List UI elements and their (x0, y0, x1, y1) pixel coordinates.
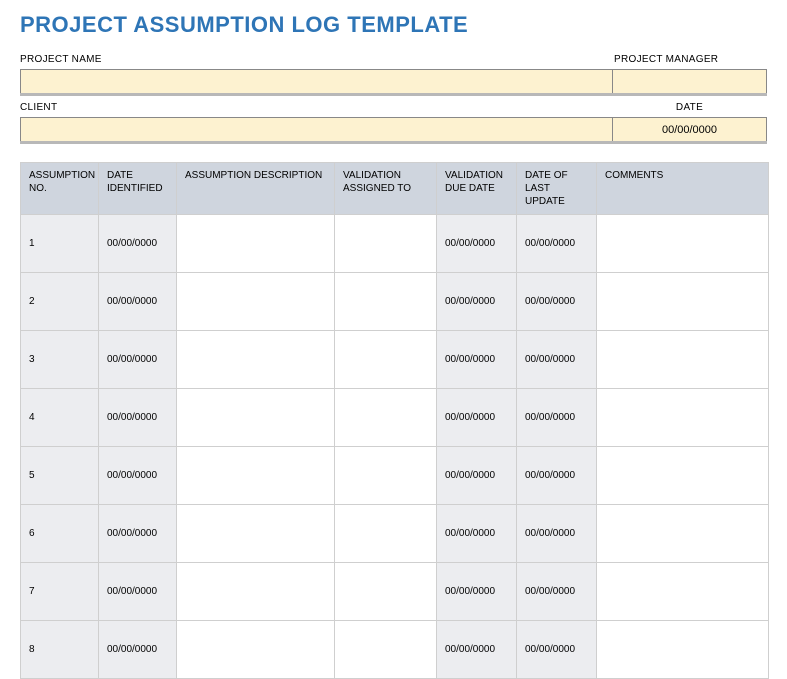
th-validation-due: VALIDATION DUE DATE (437, 163, 517, 215)
cell-date-identified[interactable]: 00/00/0000 (99, 215, 177, 273)
cell-due[interactable]: 00/00/0000 (437, 331, 517, 389)
cell-date-identified[interactable]: 00/00/0000 (99, 273, 177, 331)
cell-date-identified[interactable]: 00/00/0000 (99, 331, 177, 389)
project-name-label: PROJECT NAME (20, 52, 612, 69)
cell-date-identified[interactable]: 00/00/0000 (99, 447, 177, 505)
cell-assigned[interactable] (335, 389, 437, 447)
cell-no[interactable]: 4 (21, 389, 99, 447)
cell-comments[interactable] (597, 331, 769, 389)
cell-assigned[interactable] (335, 505, 437, 563)
project-name-field[interactable] (20, 69, 612, 93)
cell-assigned[interactable] (335, 273, 437, 331)
cell-description[interactable] (177, 621, 335, 679)
cell-last-update[interactable]: 00/00/0000 (517, 563, 597, 621)
cell-date-identified[interactable]: 00/00/0000 (99, 563, 177, 621)
th-last-update: DATE OF LAST UPDATE (517, 163, 597, 215)
cell-description[interactable] (177, 563, 335, 621)
cell-no[interactable]: 8 (21, 621, 99, 679)
cell-description[interactable] (177, 273, 335, 331)
cell-due[interactable]: 00/00/0000 (437, 273, 517, 331)
cell-description[interactable] (177, 447, 335, 505)
date-field[interactable]: 00/00/0000 (612, 117, 767, 141)
cell-date-identified[interactable]: 00/00/0000 (99, 389, 177, 447)
cell-comments[interactable] (597, 563, 769, 621)
cell-due[interactable]: 00/00/0000 (437, 389, 517, 447)
date-label: DATE (612, 100, 767, 117)
cell-no[interactable]: 3 (21, 331, 99, 389)
cell-no[interactable]: 5 (21, 447, 99, 505)
cell-no[interactable]: 7 (21, 563, 99, 621)
cell-comments[interactable] (597, 621, 769, 679)
cell-assigned[interactable] (335, 331, 437, 389)
cell-due[interactable]: 00/00/0000 (437, 215, 517, 273)
cell-assigned[interactable] (335, 447, 437, 505)
table-row: 100/00/000000/00/000000/00/0000 (21, 215, 769, 273)
cell-last-update[interactable]: 00/00/0000 (517, 331, 597, 389)
cell-comments[interactable] (597, 215, 769, 273)
table-row: 300/00/000000/00/000000/00/0000 (21, 331, 769, 389)
cell-description[interactable] (177, 389, 335, 447)
table-row: 200/00/000000/00/000000/00/0000 (21, 273, 769, 331)
table-row: 400/00/000000/00/000000/00/0000 (21, 389, 769, 447)
th-assumption-description: ASSUMPTION DESCRIPTION (177, 163, 335, 215)
client-field[interactable] (20, 117, 612, 141)
meta-row-2: CLIENT DATE 00/00/0000 (20, 100, 767, 144)
table-header-row: ASSUMPTION NO. DATE IDENTIFIED ASSUMPTIO… (21, 163, 769, 215)
table-row: 600/00/000000/00/000000/00/0000 (21, 505, 769, 563)
th-assumption-no: ASSUMPTION NO. (21, 163, 99, 215)
cell-last-update[interactable]: 00/00/0000 (517, 215, 597, 273)
cell-due[interactable]: 00/00/0000 (437, 563, 517, 621)
cell-assigned[interactable] (335, 563, 437, 621)
cell-comments[interactable] (597, 389, 769, 447)
table-row: 700/00/000000/00/000000/00/0000 (21, 563, 769, 621)
cell-assigned[interactable] (335, 215, 437, 273)
table-row: 500/00/000000/00/000000/00/0000 (21, 447, 769, 505)
cell-assigned[interactable] (335, 621, 437, 679)
cell-last-update[interactable]: 00/00/0000 (517, 273, 597, 331)
cell-due[interactable]: 00/00/0000 (437, 447, 517, 505)
project-manager-field[interactable] (612, 69, 767, 93)
cell-comments[interactable] (597, 447, 769, 505)
cell-due[interactable]: 00/00/0000 (437, 621, 517, 679)
cell-last-update[interactable]: 00/00/0000 (517, 447, 597, 505)
cell-last-update[interactable]: 00/00/0000 (517, 505, 597, 563)
cell-no[interactable]: 6 (21, 505, 99, 563)
cell-date-identified[interactable]: 00/00/0000 (99, 621, 177, 679)
cell-description[interactable] (177, 331, 335, 389)
table-row: 800/00/000000/00/000000/00/0000 (21, 621, 769, 679)
cell-comments[interactable] (597, 273, 769, 331)
cell-description[interactable] (177, 215, 335, 273)
client-label: CLIENT (20, 100, 612, 117)
cell-last-update[interactable]: 00/00/0000 (517, 389, 597, 447)
th-date-identified: DATE IDENTIFIED (99, 163, 177, 215)
assumption-table: ASSUMPTION NO. DATE IDENTIFIED ASSUMPTIO… (20, 162, 769, 679)
meta-row-1: PROJECT NAME PROJECT MANAGER (20, 52, 767, 96)
cell-no[interactable]: 1 (21, 215, 99, 273)
th-comments: COMMENTS (597, 163, 769, 215)
th-validation-assigned: VALIDATION ASSIGNED TO (335, 163, 437, 215)
project-manager-label: PROJECT MANAGER (612, 52, 767, 69)
cell-no[interactable]: 2 (21, 273, 99, 331)
page-title: PROJECT ASSUMPTION LOG TEMPLATE (20, 12, 767, 38)
cell-last-update[interactable]: 00/00/0000 (517, 621, 597, 679)
cell-description[interactable] (177, 505, 335, 563)
cell-comments[interactable] (597, 505, 769, 563)
cell-due[interactable]: 00/00/0000 (437, 505, 517, 563)
cell-date-identified[interactable]: 00/00/0000 (99, 505, 177, 563)
